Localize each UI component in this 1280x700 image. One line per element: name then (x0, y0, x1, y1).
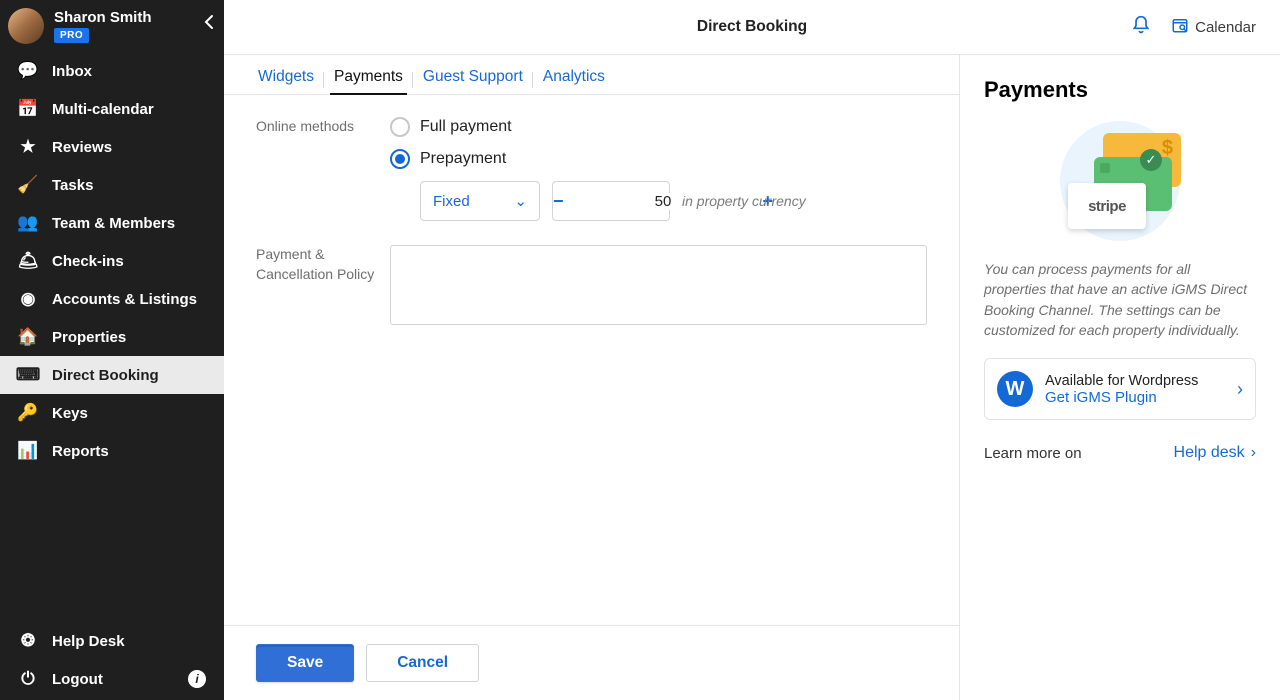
radio-label: Full payment (420, 118, 512, 136)
chevron-right-icon: › (1237, 379, 1243, 400)
sidebar-item-tasks[interactable]: 🧹 Tasks (0, 166, 224, 204)
key-icon: 🔑 (18, 403, 38, 423)
sidebar-item-label: Logout (52, 671, 103, 688)
sidebar: Sharon Smith PRO 💬Inbox 📅Multi-calendar … (0, 0, 224, 700)
radio-prepayment[interactable]: Prepayment (390, 149, 927, 169)
radio-label: Prepayment (420, 150, 506, 168)
calendar-link-label: Calendar (1195, 19, 1256, 36)
cancel-button[interactable]: Cancel (366, 644, 479, 682)
wp-get-link: Get iGMS Plugin (1045, 389, 1225, 406)
calendar-link[interactable]: Calendar (1171, 16, 1256, 38)
avatar (8, 8, 44, 44)
prepayment-amount-stepper: − + (552, 181, 670, 221)
star-icon: ★ (18, 137, 38, 157)
chevron-down-icon: ⌄ (514, 192, 527, 210)
info-icon[interactable]: i (188, 670, 206, 688)
pro-badge: PRO (54, 28, 89, 43)
sidebar-item-multi-calendar[interactable]: 📅 Multi-calendar (0, 90, 224, 128)
sidebar-item-reports[interactable]: 📊 Reports (0, 432, 224, 470)
sidebar-item-label: Accounts & Listings (52, 291, 197, 308)
wp-available-label: Available for Wordpress (1045, 373, 1225, 389)
sidebar-item-label: Direct Booking (52, 367, 159, 384)
sidebar-item-inbox[interactable]: 💬 Inbox (0, 52, 224, 90)
calendar-search-icon (1171, 16, 1189, 38)
save-button[interactable]: Save (256, 644, 354, 682)
topbar: Direct Booking Calendar (224, 0, 1280, 55)
broom-icon: 🧹 (18, 175, 38, 195)
sidebar-item-label: Inbox (52, 63, 92, 80)
power-icon: ⏻ (18, 669, 38, 689)
user-block[interactable]: Sharon Smith PRO (0, 0, 224, 52)
life-ring-icon: ❂ (18, 631, 38, 651)
right-panel: Payments ✓ stripe You can process paymen… (960, 55, 1280, 700)
policy-label: Payment & Cancellation Policy (256, 245, 390, 330)
check-icon: ✓ (1140, 149, 1162, 171)
prepayment-type-select[interactable]: Fixed ⌄ (420, 181, 540, 221)
panel-description: You can process payments for all propert… (984, 259, 1256, 340)
sidebar-item-help-desk[interactable]: ❂ Help Desk (0, 622, 224, 660)
main: Direct Booking Calendar Widgets Payments… (224, 0, 1280, 700)
form-area: Online methods Full payment Prepayment (224, 95, 959, 625)
sidebar-item-team[interactable]: 👥 Team & Members (0, 204, 224, 242)
panel-title: Payments (984, 77, 1256, 103)
sidebar-item-label: Help Desk (52, 633, 125, 650)
sidebar-item-label: Reports (52, 443, 109, 460)
sidebar-item-label: Check-ins (52, 253, 124, 270)
code-icon: ⌨ (18, 365, 38, 385)
notifications-icon[interactable] (1131, 15, 1151, 40)
chat-icon: 💬 (18, 61, 38, 81)
learn-more-label: Learn more on (984, 445, 1082, 462)
sidebar-item-properties[interactable]: 🏠 Properties (0, 318, 224, 356)
currency-hint: in property currency (682, 193, 806, 209)
sidebar-item-label: Reviews (52, 139, 112, 156)
team-icon: 👥 (18, 213, 38, 233)
center-column: Widgets Payments Guest Support Analytics… (224, 55, 960, 700)
wordpress-plugin-card[interactable]: W Available for Wordpress Get iGMS Plugi… (984, 358, 1256, 420)
select-value: Fixed (433, 193, 470, 210)
help-desk-link-label: Help desk (1174, 444, 1245, 462)
sidebar-item-reviews[interactable]: ★ Reviews (0, 128, 224, 166)
radio-checked-icon (390, 149, 410, 169)
policy-textarea[interactable] (390, 245, 927, 325)
sidebar-item-keys[interactable]: 🔑 Keys (0, 394, 224, 432)
sidebar-item-label: Keys (52, 405, 88, 422)
chart-icon: 📊 (18, 441, 38, 461)
sidebar-item-logout[interactable]: ⏻ Logout i (0, 660, 224, 698)
sidebar-item-accounts[interactable]: ◉ Accounts & Listings (0, 280, 224, 318)
sidebar-item-label: Properties (52, 329, 126, 346)
chevron-right-icon: › (1251, 444, 1256, 462)
home-icon: 🏠 (18, 327, 38, 347)
wordpress-icon: W (997, 371, 1033, 407)
sidebar-item-direct-booking[interactable]: ⌨ Direct Booking (0, 356, 224, 394)
radio-icon (390, 117, 410, 137)
calendar-icon: 📅 (18, 99, 38, 119)
footer: Save Cancel (224, 625, 959, 700)
user-name: Sharon Smith (54, 9, 152, 26)
sidebar-item-label: Team & Members (52, 215, 175, 232)
radio-full-payment[interactable]: Full payment (390, 117, 927, 137)
tab-analytics[interactable]: Analytics (533, 60, 615, 94)
page-title: Direct Booking (697, 18, 807, 36)
account-icon: ◉ (18, 289, 38, 309)
tab-payments[interactable]: Payments (324, 60, 413, 94)
bell-icon: 🛎 (18, 251, 38, 271)
tab-guest-support[interactable]: Guest Support (413, 60, 533, 94)
sidebar-item-label: Tasks (52, 177, 93, 194)
help-desk-link[interactable]: Help desk › (1174, 444, 1256, 462)
sidebar-item-label: Multi-calendar (52, 101, 154, 118)
online-methods-label: Online methods (256, 117, 390, 221)
tab-widgets[interactable]: Widgets (248, 60, 324, 94)
tabs: Widgets Payments Guest Support Analytics (224, 55, 959, 95)
stripe-card-icon: stripe (1068, 183, 1146, 229)
decrement-button[interactable]: − (553, 191, 564, 212)
sidebar-item-checkins[interactable]: 🛎 Check-ins (0, 242, 224, 280)
collapse-sidebar-icon[interactable] (204, 14, 214, 35)
payments-illustration: ✓ stripe (984, 121, 1256, 241)
